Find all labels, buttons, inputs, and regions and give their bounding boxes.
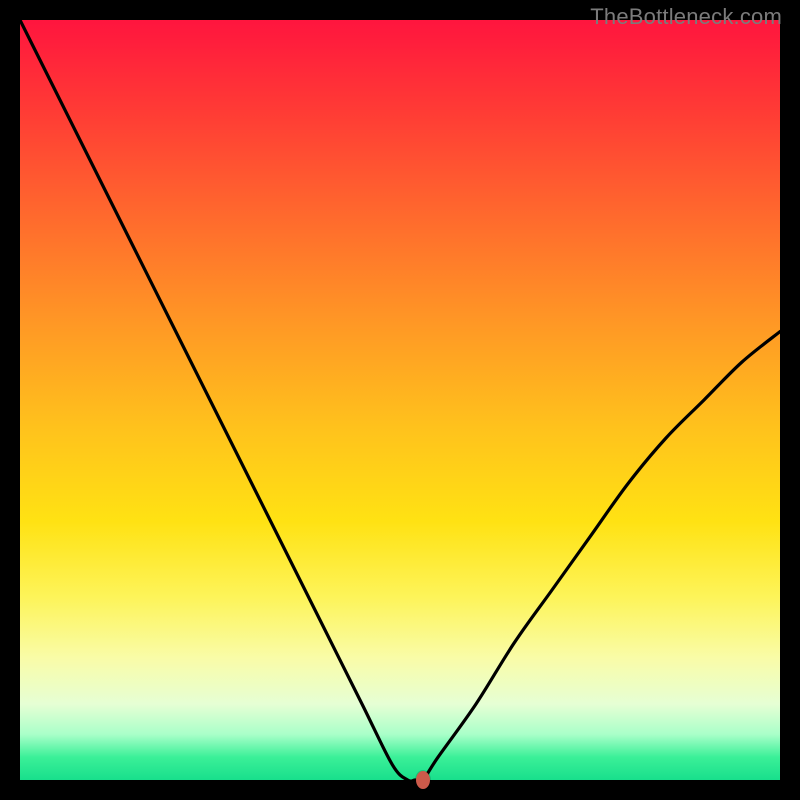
bottleneck-curve — [20, 20, 780, 780]
curve-path — [20, 20, 780, 780]
chart-frame: TheBottleneck.com — [0, 0, 800, 800]
watermark-text: TheBottleneck.com — [590, 4, 782, 30]
min-marker — [416, 771, 430, 789]
